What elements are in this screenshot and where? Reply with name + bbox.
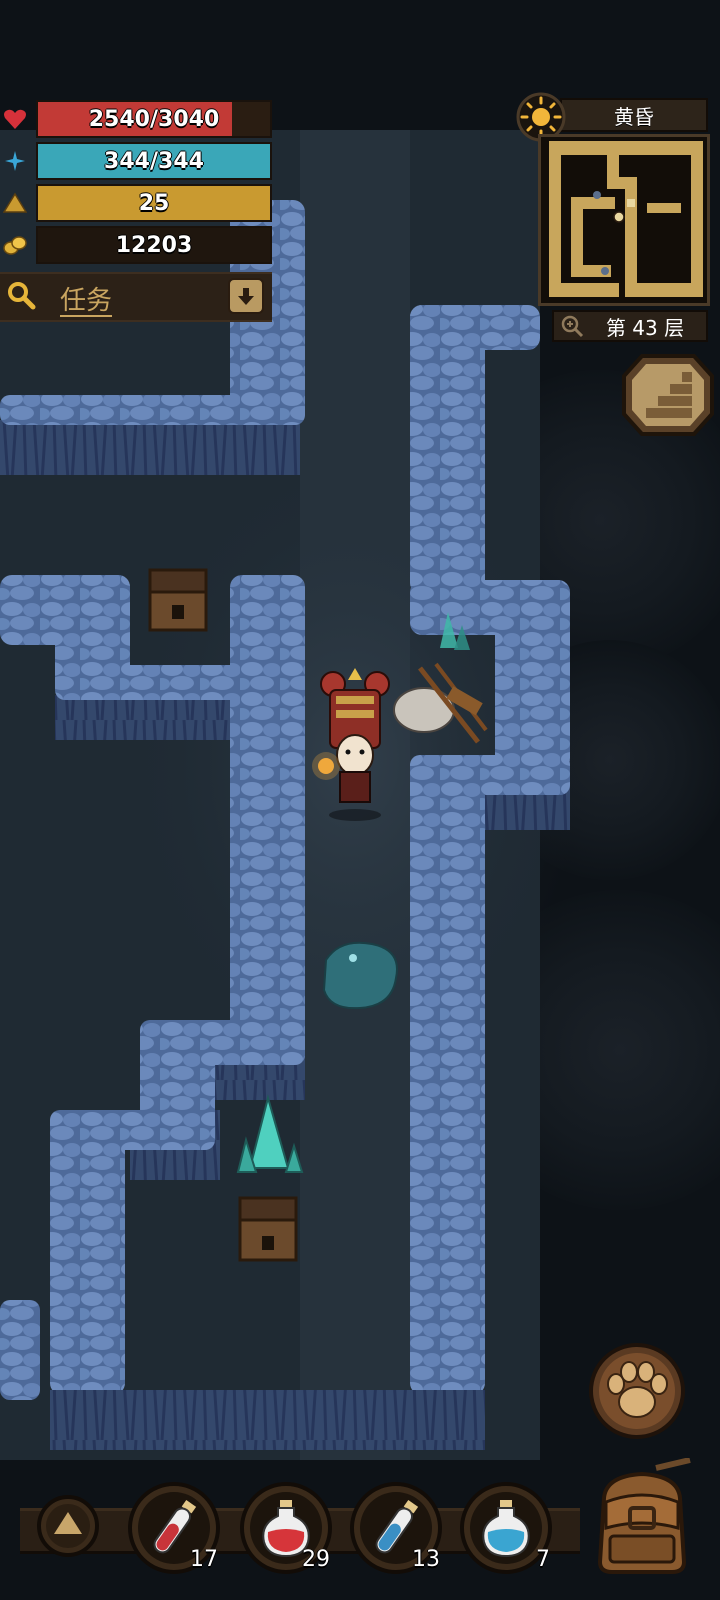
item-count: 13: [412, 1547, 440, 1572]
item-count: 7: [536, 1547, 550, 1572]
paw-icon: [589, 1343, 685, 1439]
floor-label: 第 43 层: [605, 315, 685, 340]
level-bar: 25: [36, 184, 272, 222]
sparkle-icon: [2, 148, 28, 174]
hotbar-toggle-button[interactable]: [36, 1494, 100, 1558]
hotbar-slot[interactable]: 29: [238, 1480, 334, 1576]
stairs-icon: [622, 354, 714, 436]
hotbar-slot[interactable]: 13: [348, 1480, 444, 1576]
gold-bar: 12203: [36, 226, 272, 264]
mana-bar: 344/344: [36, 142, 272, 180]
level-value: 25: [138, 190, 170, 216]
slime-puddle[interactable]: [322, 941, 398, 1010]
hotbar-slot[interactable]: 7: [458, 1480, 554, 1576]
floor-indicator: 第 43 层: [552, 310, 708, 342]
hotbar-slot[interactable]: 17: [126, 1480, 222, 1576]
mana-value: 344/344: [104, 148, 204, 174]
pet-button[interactable]: [588, 1342, 686, 1440]
backpack-icon: [597, 1457, 691, 1574]
treasure-chest[interactable]: [148, 568, 208, 632]
gold-value: 12203: [115, 232, 193, 258]
minimap[interactable]: [538, 134, 710, 306]
triangle-up-icon: [37, 1495, 99, 1557]
quest-dropdown-button[interactable]: [228, 278, 264, 314]
gold-coins-icon: [2, 232, 28, 258]
quest-label[interactable]: 任务: [60, 280, 112, 317]
level-triangle-icon: [2, 190, 28, 216]
treasure-chest[interactable]: [238, 1196, 298, 1262]
search-icon: [6, 280, 36, 314]
health-bar: 2540/3040: [36, 100, 272, 138]
health-value: 2540/3040: [88, 106, 220, 132]
heart-icon: [2, 106, 28, 132]
time-of-day-label: 黄昏: [560, 98, 708, 132]
inventory-button[interactable]: [586, 1457, 698, 1576]
arrow-down-icon: [238, 288, 254, 305]
item-count: 17: [190, 1547, 218, 1572]
item-count: 29: [302, 1547, 330, 1572]
quest-bar[interactable]: 任务: [0, 272, 272, 322]
zoom-icon[interactable]: [560, 314, 584, 338]
stairs-button[interactable]: [622, 352, 714, 436]
